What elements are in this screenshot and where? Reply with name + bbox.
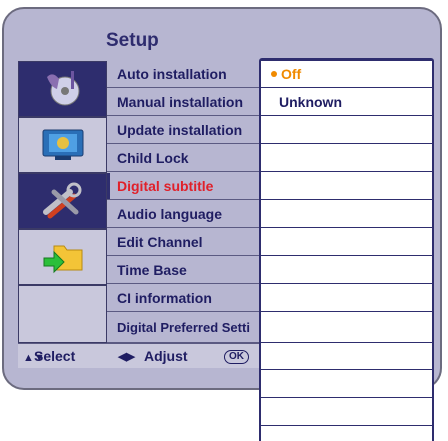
empty-option-row: [261, 229, 432, 256]
empty-option-row: [261, 257, 432, 284]
empty-option-row: [261, 117, 432, 144]
selected-dot-icon: [271, 71, 277, 77]
empty-option-row: [261, 313, 432, 343]
empty-option-row: [261, 201, 432, 228]
subtitle-options-list: Off Unknown: [259, 61, 434, 441]
adjust-label: Adjust: [144, 348, 188, 364]
menu-item-digital-subtitle[interactable]: Digital subtitle: [107, 173, 259, 200]
menu-item-digital-preferred-setting[interactable]: Digital Preferred Setti: [107, 313, 259, 343]
empty-option-row: [261, 399, 432, 426]
menu-item-child-lock[interactable]: Child Lock: [107, 145, 259, 172]
left-right-arrow-icon: ◀▶: [118, 351, 135, 363]
menu-item-ci-information[interactable]: CI information: [107, 285, 259, 312]
empty-option-row: [261, 343, 432, 370]
menu-item-time-base[interactable]: Time Base: [107, 257, 259, 284]
empty-option-row: [261, 371, 432, 398]
settings-disc-icon[interactable]: [18, 61, 107, 117]
icon-column: [18, 61, 107, 343]
option-unknown-label: Unknown: [279, 94, 342, 110]
tv-display-icon[interactable]: [18, 117, 107, 173]
option-off-label: Off: [281, 66, 302, 82]
menu-item-manual-installation[interactable]: Manual installation: [107, 89, 259, 116]
menu-item-update-installation[interactable]: Update installation: [107, 117, 259, 144]
option-off[interactable]: Off: [261, 61, 432, 88]
empty-icon-slot: [18, 285, 107, 343]
menu-item-edit-channel[interactable]: Edit Channel: [107, 229, 259, 256]
tools-icon[interactable]: [18, 173, 107, 229]
empty-option-row: [261, 285, 432, 312]
footer-hint-bar: ▲▼ Select ◀▶ Adjust OK: [18, 343, 259, 368]
select-label: Select: [34, 348, 76, 364]
option-unknown[interactable]: Unknown: [261, 89, 432, 116]
empty-option-row: [261, 173, 432, 200]
ok-key-icon: OK: [224, 350, 249, 364]
page-title: Setup: [106, 30, 159, 51]
menu-item-audio-language[interactable]: Audio language: [107, 201, 259, 228]
menu-item-auto-installation[interactable]: Auto installation: [107, 61, 259, 88]
folder-icon[interactable]: [18, 229, 107, 285]
empty-option-row: [261, 145, 432, 172]
